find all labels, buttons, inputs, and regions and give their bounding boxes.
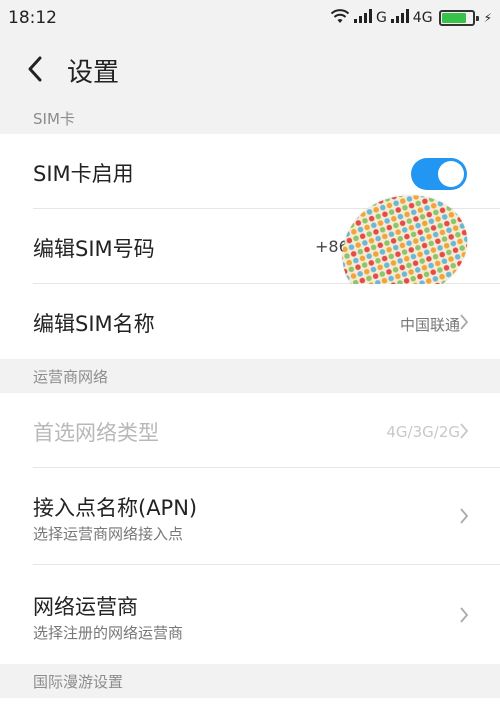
page-title: 设置 xyxy=(67,58,120,88)
status-icons: G 4G ⚡ xyxy=(330,8,492,28)
row-label: 网络运营商 xyxy=(33,595,138,619)
row-subtitle: 选择注册的网络运营商 xyxy=(33,624,184,642)
signal-icon xyxy=(390,9,409,27)
chevron-left-icon xyxy=(28,56,42,82)
sim-enable-toggle[interactable] xyxy=(411,158,467,190)
row-roaming-partial[interactable] xyxy=(0,698,500,711)
row-label: 接入点名称(APN) xyxy=(33,496,198,520)
network-type-1: G xyxy=(375,10,387,26)
status-time: 18:12 xyxy=(8,8,57,28)
battery-level xyxy=(441,13,466,23)
chevron-right-icon xyxy=(458,506,470,526)
row-edit-sim-name[interactable]: 编辑SIM名称 中国联通 xyxy=(0,284,500,359)
row-label: 编辑SIM名称 xyxy=(33,312,155,336)
sim-name-value: 中国联通 xyxy=(399,316,460,334)
chevron-right-icon xyxy=(458,605,470,625)
row-apn[interactable]: 接入点名称(APN) 选择运营商网络接入点 xyxy=(0,468,500,565)
row-label: 首选网络类型 xyxy=(33,421,159,445)
row-label: 编辑SIM号码 xyxy=(33,237,155,261)
section-header-roaming: 国际漫游设置 xyxy=(0,664,500,698)
chevron-right-icon xyxy=(458,312,470,332)
chevron-right-icon xyxy=(458,421,470,441)
wifi-icon xyxy=(330,8,350,28)
battery-cap xyxy=(475,16,479,21)
network-type-2: 4G xyxy=(412,10,433,26)
battery-icon xyxy=(438,10,479,26)
preferred-network-value: 4G/3G/2G xyxy=(386,423,460,441)
row-network-operator[interactable]: 网络运营商 选择注册的网络运营商 xyxy=(0,565,500,664)
signal-icon xyxy=(353,9,372,27)
status-bar: 18:12 G 4G ⚡ xyxy=(0,0,500,36)
row-preferred-network: 首选网络类型 4G/3G/2G xyxy=(0,393,500,468)
toggle-knob xyxy=(438,161,464,187)
back-button[interactable] xyxy=(20,52,50,86)
title-bar: 设置 xyxy=(0,36,500,102)
section-header-sim: SIM卡 xyxy=(0,102,500,134)
row-subtitle: 选择运营商网络接入点 xyxy=(33,525,184,543)
row-label: SIM卡启用 xyxy=(33,162,134,186)
section-header-carrier: 运营商网络 xyxy=(0,359,500,393)
charging-icon: ⚡ xyxy=(483,11,492,25)
